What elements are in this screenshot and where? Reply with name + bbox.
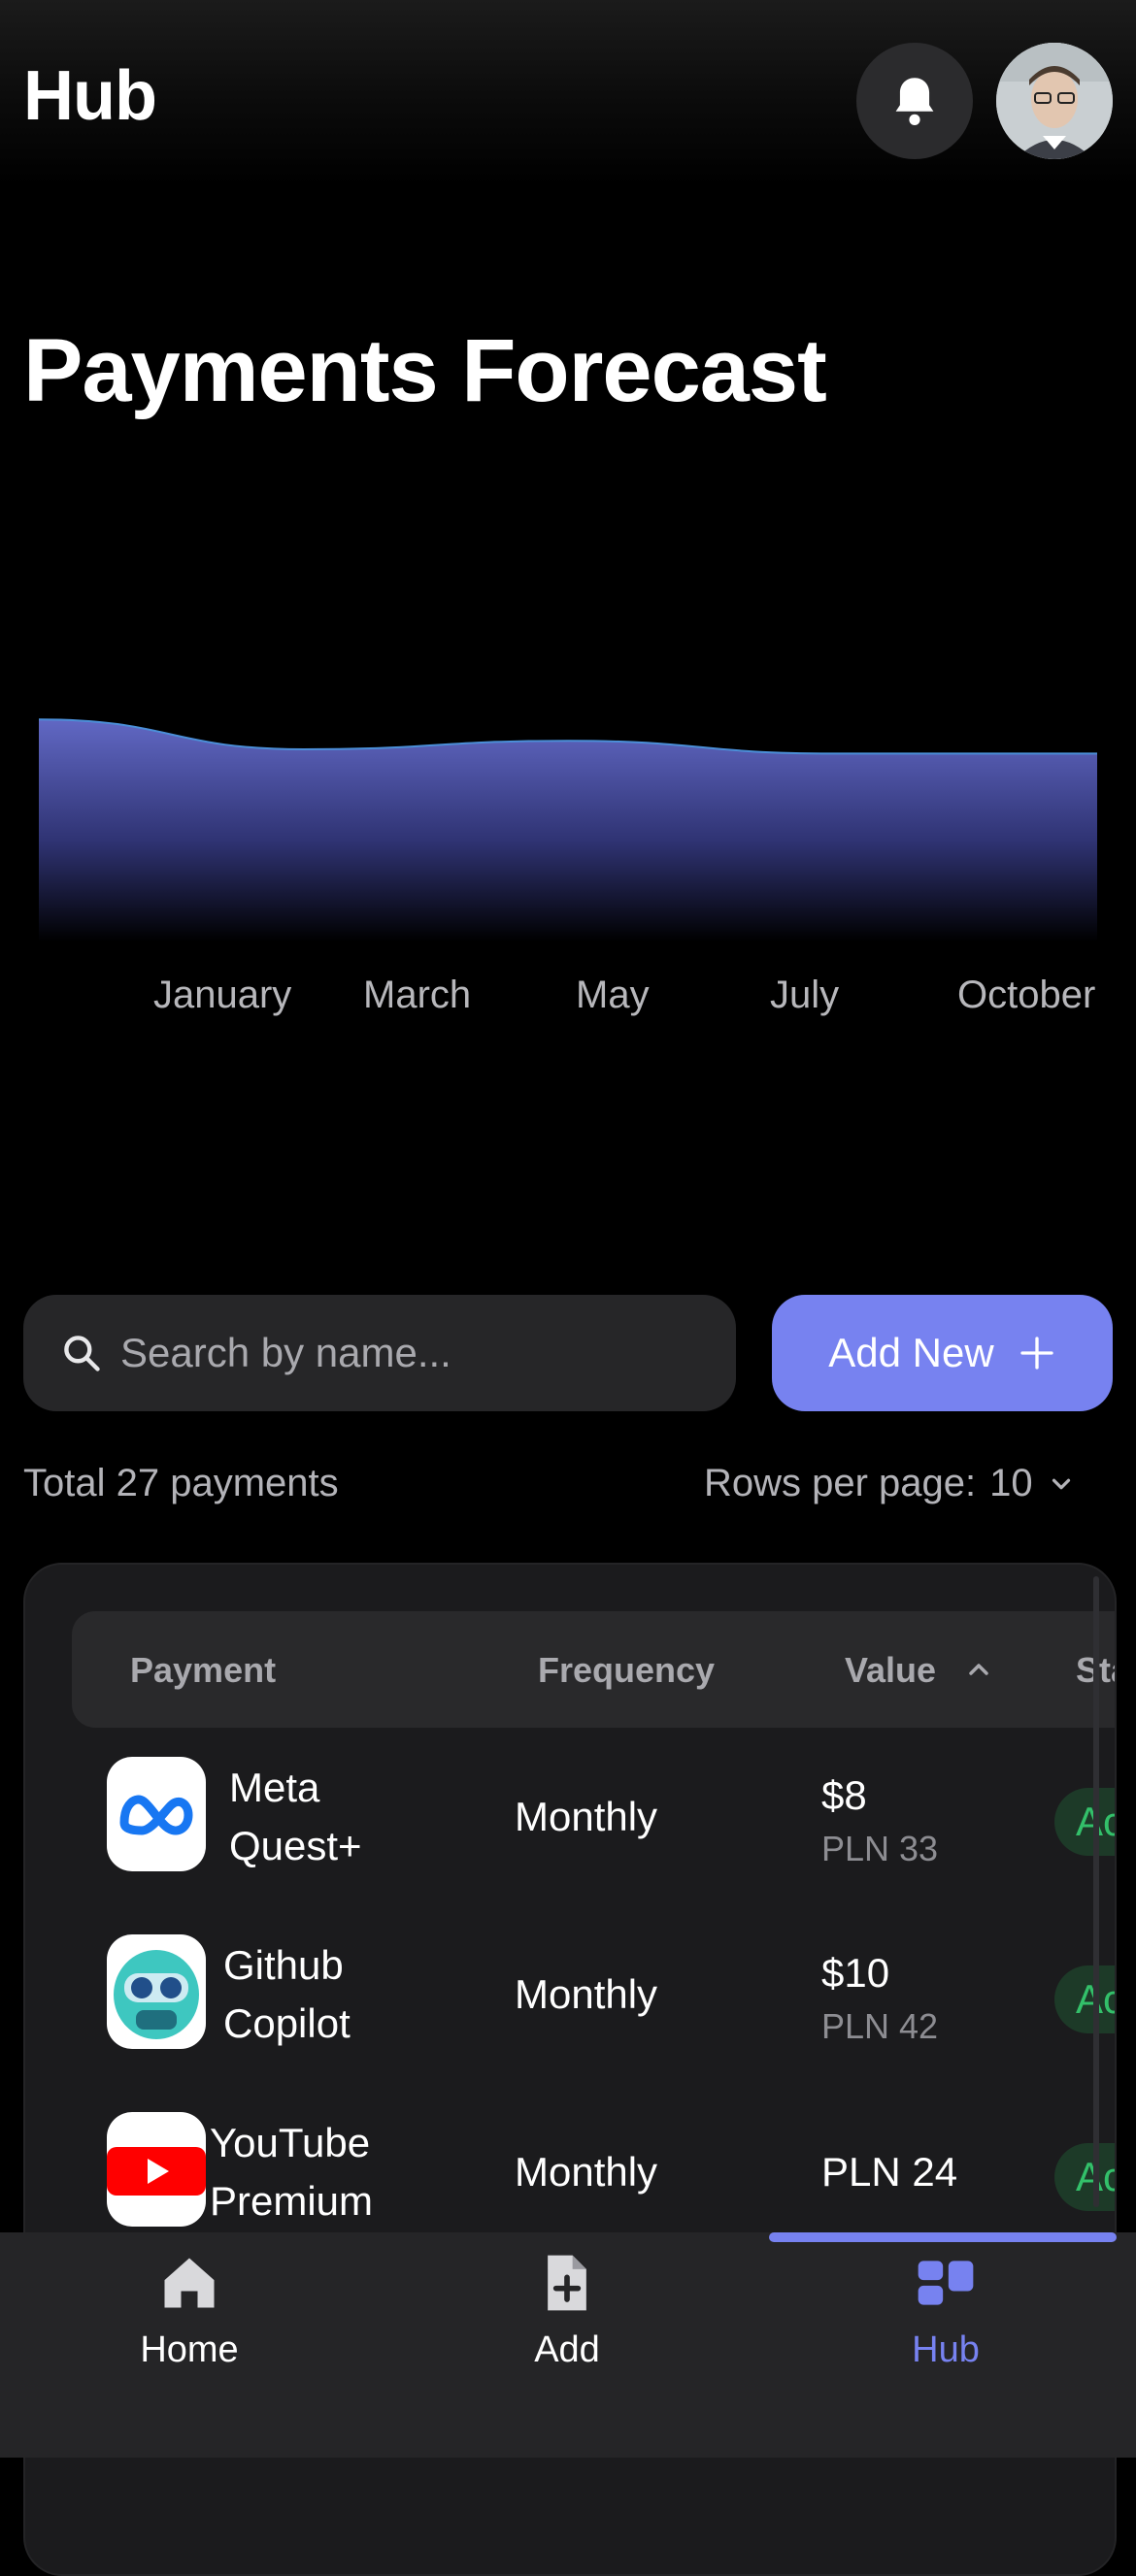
search-input[interactable] xyxy=(118,1329,705,1377)
tab-add[interactable]: Add xyxy=(421,2250,713,2444)
payment-name-line1: YouTube xyxy=(210,2120,371,2165)
payment-value: $8 xyxy=(821,1772,867,1818)
copilot-logo-icon xyxy=(107,1934,206,2049)
payment-name-line1: Meta xyxy=(229,1765,320,1810)
youtube-logo-icon xyxy=(107,2112,206,2227)
payment-name-line1: Github xyxy=(223,1942,344,1988)
table-row[interactable]: Github Copilot Monthly $10 PLN 42 Ac xyxy=(25,1927,1115,2082)
search-icon xyxy=(64,1336,100,1371)
payment-name-line2: Quest+ xyxy=(229,1823,362,1868)
payment-value-pln: PLN 42 xyxy=(821,2006,939,2046)
tab-add-label: Add xyxy=(534,2329,600,2370)
avatar[interactable] xyxy=(996,43,1113,159)
payment-frequency: Monthly xyxy=(515,2149,658,2195)
add-document-icon xyxy=(548,2255,586,2311)
rows-per-page-value: 10 xyxy=(989,1462,1033,1504)
payment-value: $10 xyxy=(821,1950,890,1996)
payment-name-line2: Copilot xyxy=(223,2000,351,2046)
payment-name-line2: Premium xyxy=(210,2178,374,2224)
payment-name: Github Copilot xyxy=(223,1936,351,2053)
add-new-button[interactable]: Add New xyxy=(772,1295,1113,1411)
header-title: Hub xyxy=(23,57,157,135)
rows-per-page-label: Rows per page: xyxy=(704,1462,977,1504)
table-header: Payment Frequency Value Stat xyxy=(72,1611,1115,1728)
x-axis-label-may: May xyxy=(576,974,650,1016)
payment-frequency: Monthly xyxy=(515,1971,658,2017)
search-bar[interactable] xyxy=(23,1295,736,1411)
rows-per-page-select[interactable]: Rows per page: 10 xyxy=(704,1462,1076,1505)
column-payment[interactable]: Payment xyxy=(130,1650,276,1691)
payment-frequency: Monthly xyxy=(515,1794,658,1839)
forecast-chart xyxy=(38,718,1097,941)
column-frequency[interactable]: Frequency xyxy=(538,1650,715,1691)
tab-home-label: Home xyxy=(140,2329,239,2370)
page-title: Payments Forecast xyxy=(23,321,827,420)
add-new-label: Add New xyxy=(828,1330,994,1375)
status-badge: Ac xyxy=(1054,2143,1115,2211)
tab-hub[interactable]: Hub xyxy=(800,2250,1091,2444)
status-badge: Ac xyxy=(1054,1965,1115,2033)
meta-logo-icon xyxy=(107,1757,206,1871)
home-icon xyxy=(164,2258,215,2308)
payment-name: YouTube Premium xyxy=(210,2114,373,2230)
status-badge: Ac xyxy=(1054,1788,1115,1856)
plus-icon xyxy=(1020,1337,1053,1370)
column-value[interactable]: Value xyxy=(845,1650,936,1691)
payment-name: Meta Quest+ xyxy=(229,1759,362,1875)
tab-hub-label: Hub xyxy=(912,2329,980,2370)
bell-icon xyxy=(895,78,934,125)
payment-value-pln: PLN 33 xyxy=(821,1829,939,1868)
tab-home[interactable]: Home xyxy=(44,2250,335,2444)
x-axis-label-march: March xyxy=(363,974,472,1016)
avatar-photo xyxy=(996,43,1113,159)
active-tab-indicator xyxy=(769,2232,1117,2242)
notifications-button[interactable] xyxy=(856,43,973,159)
x-axis-label-october: October xyxy=(957,974,1096,1016)
total-payments: Total 27 payments xyxy=(23,1462,339,1504)
payment-value: PLN 24 xyxy=(821,2149,958,2195)
sort-ascending-icon[interactable] xyxy=(963,1654,994,1685)
hub-icon xyxy=(918,2261,974,2305)
chevron-down-icon xyxy=(1052,1478,1070,1489)
x-axis-label-july: July xyxy=(770,974,840,1016)
x-axis-label-january: January xyxy=(153,974,292,1016)
table-scrollbar[interactable] xyxy=(1093,1576,1099,2207)
table-row[interactable]: Meta Quest+ Monthly $8 PLN 33 Ac xyxy=(25,1749,1115,1904)
